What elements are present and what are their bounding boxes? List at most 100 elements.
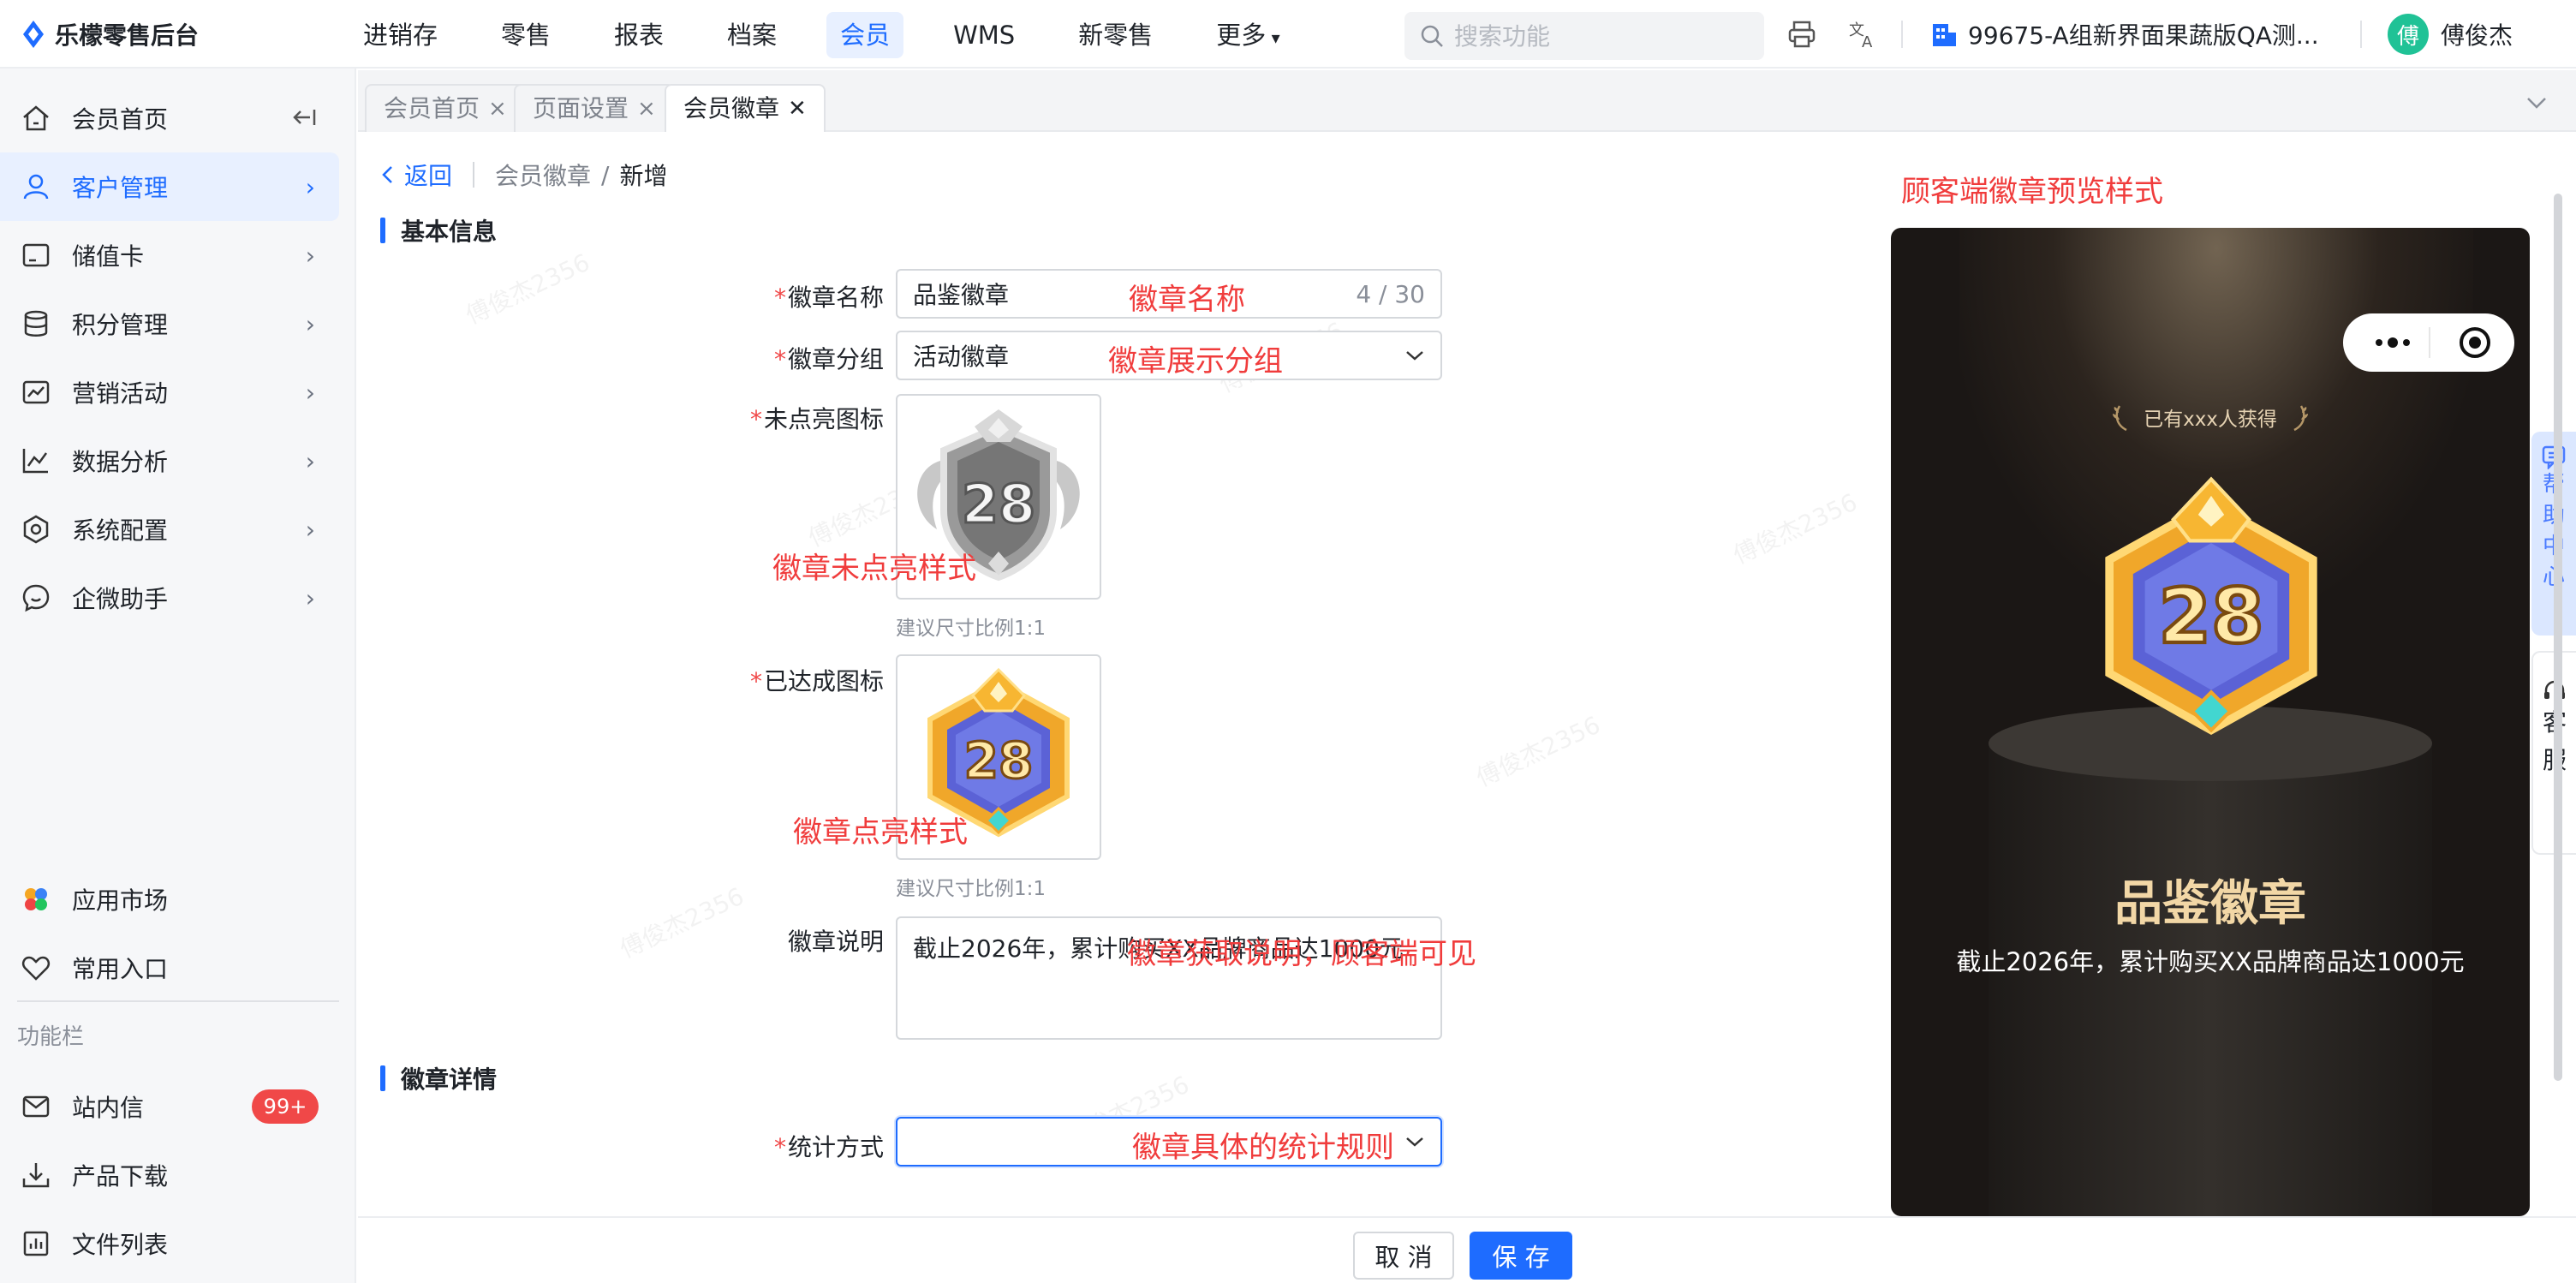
nav-item-new-retail[interactable]: 新零售	[1064, 12, 1166, 58]
sidebar-item-customer[interactable]: 客户管理 ›	[0, 152, 339, 221]
nav-item-more[interactable]: 更多	[1202, 12, 1293, 58]
store-selector[interactable]: 99675-A组新界面果蔬版QA测...	[1930, 17, 2319, 51]
sidebar-divider	[17, 1000, 339, 1002]
nav-item-report[interactable]: 报表	[600, 12, 677, 58]
close-icon[interactable]: ×	[488, 86, 507, 132]
sidebar-item-member-home[interactable]: 会员首页	[0, 84, 339, 152]
breadcrumb-parent[interactable]: 会员徽章	[495, 158, 591, 192]
sidebar-item-messages[interactable]: 站内信 99+	[0, 1072, 339, 1141]
svg-text:A: A	[1862, 33, 1873, 51]
sidebar-item-favorites[interactable]: 常用入口	[0, 934, 339, 1002]
mini-program-capsule[interactable]	[2343, 313, 2514, 372]
laurel-left-icon	[2113, 405, 2127, 432]
print-icon[interactable]	[1785, 17, 1819, 51]
field-label: *徽章分组	[773, 345, 884, 373]
customer-preview-panel: 已有xxx人获得 28 品鉴徽章 截止2026年，累计购买XX品牌商品达1000…	[1891, 228, 2530, 1216]
annotation-unlit: 徽章未点亮样式	[772, 552, 976, 586]
close-icon[interactable]: ✕	[788, 86, 807, 132]
sidebar-item-label: 常用入口	[72, 955, 169, 983]
settings-icon	[23, 515, 49, 544]
sidebar-item-system-config[interactable]: 系统配置 ›	[0, 495, 339, 564]
annotation-group: 徽章展示分组	[1108, 344, 1283, 379]
preview-badge-desc: 截止2026年，累计购买XX品牌商品达1000元	[1956, 947, 2465, 976]
sidebar-item-file-list[interactable]: 文件列表	[0, 1209, 339, 1278]
annotation-stat: 徽章具体的统计规则	[1132, 1131, 1394, 1165]
cancel-button[interactable]: 取 消	[1353, 1232, 1454, 1280]
nav-item-member[interactable]: 会员	[826, 12, 904, 58]
sidebar-item-marketing[interactable]: 营销活动 ›	[0, 358, 339, 427]
sidebar: 会员首页 客户管理 › 储值卡 › 积分管理 › 营销活动 › 数据分析 › 系…	[0, 69, 356, 1283]
breadcrumb-divider	[473, 162, 475, 188]
close-icon[interactable]: ×	[637, 86, 656, 132]
sidebar-item-download[interactable]: 产品下载	[0, 1141, 339, 1209]
chevron-right-icon: ›	[305, 583, 315, 612]
file-list-icon	[23, 1231, 49, 1256]
sidebar-item-label: 数据分析	[72, 448, 169, 476]
chevron-right-icon: ›	[305, 515, 315, 544]
back-label: 返回	[404, 162, 453, 190]
close-target-icon[interactable]	[2458, 325, 2492, 360]
size-hint: 建议尺寸比例1:1	[896, 618, 1046, 640]
scrollbar[interactable]	[2554, 194, 2562, 1081]
footer-bar: 取 消 保 存	[358, 1216, 2576, 1283]
user-menu[interactable]: 傅 傅俊杰	[2388, 12, 2513, 57]
top-divider	[1901, 21, 1903, 48]
save-button[interactable]: 保 存	[1470, 1232, 1572, 1280]
unread-badge: 99+	[252, 1089, 319, 1124]
sidebar-item-analytics[interactable]: 数据分析 ›	[0, 427, 339, 495]
search-box[interactable]	[1404, 12, 1764, 60]
avatar: 傅	[2388, 14, 2429, 55]
nav-item-wms[interactable]: WMS	[939, 12, 1029, 58]
breadcrumb-current: 新增	[619, 162, 668, 190]
nav-item-inventory[interactable]: 进销存	[349, 12, 451, 58]
tab-member-home[interactable]: 会员首页 ×	[365, 84, 526, 132]
search-input[interactable]	[1454, 21, 1745, 51]
top-bar: 乐檬零售后台 进销存 零售 报表 档案 会员 WMS 新零售 更多 文A 996…	[0, 0, 2576, 69]
chevron-down-icon[interactable]	[2514, 84, 2559, 122]
chevron-down-icon	[1406, 351, 1423, 361]
sidebar-item-label: 产品下载	[72, 1162, 169, 1191]
sidebar-item-wecom-assistant[interactable]: 企微助手 ›	[0, 564, 339, 632]
top-nav: 进销存 零售 报表 档案 会员 WMS 新零售 更多	[349, 12, 1330, 58]
sidebar-item-label: 积分管理	[72, 311, 169, 339]
sidebar-item-points[interactable]: 积分管理 ›	[0, 289, 339, 358]
more-icon[interactable]	[2367, 331, 2427, 355]
heart-icon	[21, 956, 51, 981]
chevron-right-icon: ›	[305, 309, 315, 338]
sidebar-item-label: 客户管理	[72, 174, 169, 202]
sidebar-item-stored-card[interactable]: 储值卡 ›	[0, 221, 339, 289]
tab-page-settings[interactable]: 页面设置 ×	[514, 84, 675, 132]
nav-item-retail[interactable]: 零售	[487, 12, 564, 58]
collapse-icon[interactable]	[291, 104, 317, 130]
home-icon	[23, 105, 49, 131]
annotation-lit: 徽章点亮样式	[793, 815, 968, 850]
building-icon	[1933, 24, 1956, 46]
sidebar-item-app-market[interactable]: 应用市场	[0, 865, 339, 934]
badge-preview-icon: 28	[2105, 476, 2317, 736]
badge-number-text: 28	[962, 473, 1035, 535]
tab-label: 会员徽章	[683, 94, 780, 122]
sidebar-item-label: 应用市场	[72, 886, 169, 915]
chevron-down-icon	[1406, 1137, 1423, 1147]
chevron-right-icon: ›	[305, 378, 315, 407]
chevron-right-icon: ›	[305, 241, 315, 270]
store-name: 99675-A组新界面果蔬版QA测...	[1968, 21, 2319, 50]
breadcrumb-separator: /	[601, 160, 610, 189]
translate-icon[interactable]: 文A	[1846, 17, 1881, 51]
back-link[interactable]: 返回	[380, 158, 452, 192]
watermark: 傅俊杰2356	[461, 248, 594, 331]
sidebar-item-label: 文件列表	[72, 1231, 169, 1259]
section-title-detail: 徽章详情	[380, 1064, 497, 1094]
field-label: *徽章名称	[773, 283, 884, 312]
nav-item-archive[interactable]: 档案	[713, 12, 790, 58]
tab-bar: 会员首页 × 页面设置 × 会员徽章 ✕	[358, 70, 2576, 132]
app-market-icon	[25, 888, 47, 910]
sidebar-item-label: 会员首页	[72, 105, 169, 134]
earned-text: 已有xxx人获得	[2144, 409, 2277, 431]
char-counter: 4 / 30	[1356, 279, 1425, 308]
tab-member-badge[interactable]: 会员徽章 ✕	[665, 84, 826, 132]
app-logo[interactable]: 乐檬零售后台	[21, 15, 199, 53]
breadcrumb: 返回 会员徽章 / 新增	[380, 158, 667, 192]
chart-icon	[22, 380, 50, 404]
chevron-right-icon: ›	[305, 172, 315, 201]
